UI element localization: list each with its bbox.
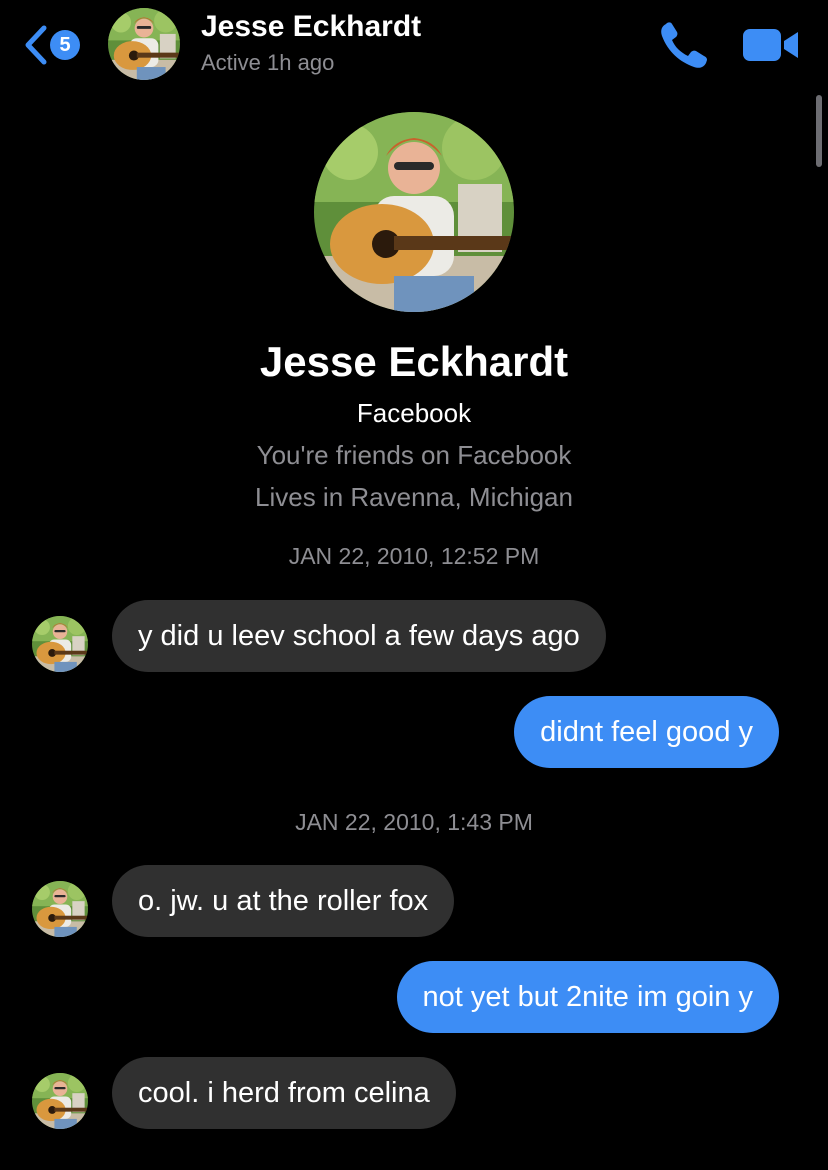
message-timestamp: JAN 22, 2010, 1:43 PM <box>295 809 533 835</box>
phone-icon <box>661 22 707 68</box>
sender-avatar[interactable] <box>32 616 88 672</box>
message-timestamp: JAN 22, 2010, 12:52 PM <box>288 543 540 569</box>
outgoing-message-bubble[interactable]: not yet but 2nite im goin y <box>396 961 779 1033</box>
video-call-button[interactable] <box>742 26 800 64</box>
guitar-photo <box>32 881 88 937</box>
sender-avatar[interactable] <box>32 1073 88 1129</box>
voice-call-button[interactable] <box>658 20 710 70</box>
unread-count-badge: 5 <box>50 30 80 60</box>
profile-source: Facebook <box>356 398 472 428</box>
video-camera-icon <box>743 29 798 61</box>
conversation-header: 5 Jesse Eckhardt Active 1h ago <box>0 0 828 90</box>
guitar-photo <box>32 616 88 672</box>
profile-name: Jesse Eckhardt <box>259 338 569 385</box>
contact-name[interactable]: Jesse Eckhardt <box>201 10 421 44</box>
guitar-photo <box>314 112 514 312</box>
profile-photo[interactable] <box>314 112 514 312</box>
guitar-photo <box>108 8 180 80</box>
profile-location: Lives in Ravenna, Michigan <box>255 482 573 512</box>
friendship-status: You're friends on Facebook <box>256 440 572 470</box>
active-status: Active 1h ago <box>201 50 335 75</box>
sender-avatar[interactable] <box>32 881 88 937</box>
guitar-photo <box>32 1073 88 1129</box>
outgoing-message-bubble[interactable]: didnt feel good y <box>514 696 779 768</box>
scrollbar[interactable] <box>816 95 822 167</box>
back-chevron-icon <box>25 25 47 65</box>
incoming-message-bubble[interactable]: o. jw. u at the roller fox <box>112 865 455 937</box>
contact-avatar[interactable] <box>108 8 180 80</box>
incoming-message-bubble[interactable]: y did u leev school a few days ago <box>112 600 606 672</box>
back-button[interactable]: 5 <box>22 22 92 68</box>
incoming-message-bubble[interactable]: cool. i herd from celina <box>112 1057 456 1129</box>
